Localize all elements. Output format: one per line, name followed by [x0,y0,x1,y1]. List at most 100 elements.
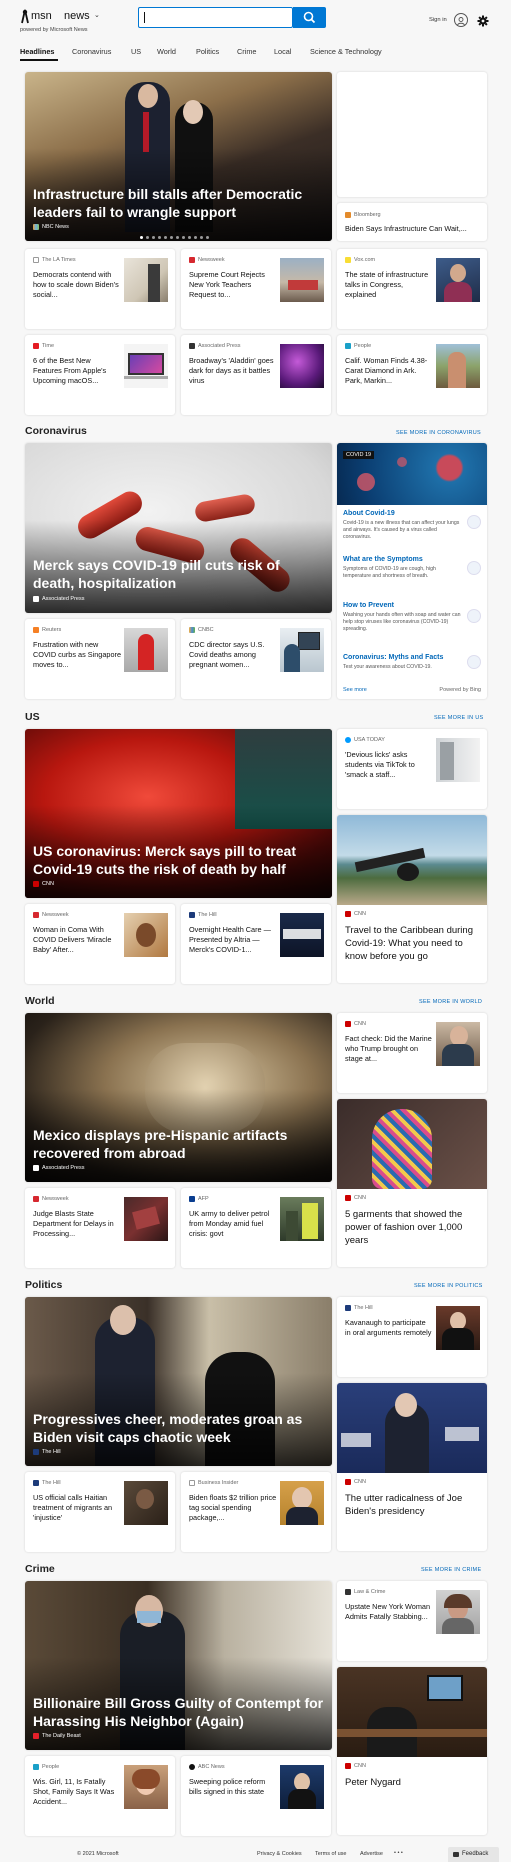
news-card[interactable]: Time 6 of the Best New Features From App… [25,335,175,415]
card-title[interactable]: UK army to deliver petrol from Monday am… [189,1209,277,1239]
search-button[interactable] [293,7,326,28]
advertise-link[interactable]: Advertise [360,1851,383,1857]
card-title[interactable]: Judge Blasts State Department for Delays… [33,1209,121,1239]
news-card[interactable]: The Hill Overnight Health Care — Present… [181,904,331,984]
card-title[interactable]: Travel to the Caribbean during Covid-19:… [345,924,479,963]
hero-title[interactable]: Infrastructure bill stalls after Democra… [33,185,324,221]
feedback-button[interactable]: Feedback [448,1847,499,1862]
world-hero-card[interactable]: Mexico displays pre-Hispanic artifacts r… [25,1013,332,1182]
tab-headlines[interactable]: Headlines [20,47,54,56]
card-title[interactable]: CDC director says U.S. Covid deaths amon… [189,640,277,670]
covid-see-more-link[interactable]: See more [343,687,367,693]
news-card[interactable]: Reuters Frustration with new COVID curbs… [25,619,175,699]
see-more-coronavirus-link[interactable]: SEE MORE IN CORONAVIRUS [396,430,481,436]
card-title[interactable]: Sweeping police reform bills signed in t… [189,1777,277,1797]
news-card[interactable]: Newsweek Judge Blasts State Department f… [25,1188,175,1268]
section-title-crime[interactable]: Crime [25,1563,55,1575]
card-title[interactable]: Biden floats $2 trillion price tag socia… [189,1493,277,1523]
card-title[interactable]: The utter radicalness of Joe Biden's pre… [345,1492,479,1518]
card-title[interactable]: Broadway's 'Aladdin' goes dark for days … [189,356,277,386]
side-card[interactable]: CNN Fact check: Did the Marine who Trump… [337,1013,487,1093]
news-card[interactable]: Vox.com The state of infrastructure talk… [337,249,487,329]
card-title[interactable]: Biden Says Infrastructure Can Wait,... [345,224,481,234]
card-title[interactable]: Woman in Coma With COVID Delivers 'Mirac… [33,925,121,955]
side-feature-card[interactable]: CNN Travel to the Caribbean during Covid… [337,815,487,983]
hero-title[interactable]: Merck says COVID-19 pill cuts risk of de… [33,556,324,592]
card-title[interactable]: Democrats contend with how to scale down… [33,270,121,300]
side-feature-card[interactable]: CNN 5 garments that showed the power of … [337,1099,487,1267]
coronavirus-hero-card[interactable]: Merck says COVID-19 pill cuts risk of de… [25,443,332,613]
avatar-icon[interactable] [454,13,468,27]
card-title[interactable]: 5 garments that showed the power of fash… [345,1208,479,1247]
sign-in-link[interactable]: Sign in [429,17,447,23]
news-card[interactable]: People Wis. Girl, 11, Is Fatally Shot, F… [25,1756,175,1836]
card-title[interactable]: Peter Nygard [345,1776,479,1789]
brand-msn[interactable]: msn [31,10,52,22]
tab-us[interactable]: US [131,47,141,56]
news-card[interactable]: AFP UK army to deliver petrol from Monda… [181,1188,331,1268]
covid-info-item[interactable]: What are the Symptoms Symptoms of COVID-1… [343,555,461,580]
tab-crime[interactable]: Crime [237,47,256,56]
privacy-link[interactable]: Privacy & Cookies [257,1851,302,1857]
news-card[interactable]: The Hill US official calls Haitian treat… [25,1472,175,1552]
news-card[interactable]: The LA Times Democrats contend with how … [25,249,175,329]
search-bar[interactable] [138,7,293,28]
side-card[interactable]: Law & Crime Upstate New York Woman Admit… [337,1581,487,1661]
card-title[interactable]: Upstate New York Woman Admits Fatally St… [345,1602,433,1622]
news-card[interactable]: CNBC CDC director says U.S. Covid deaths… [181,619,331,699]
msn-logo-icon[interactable] [20,8,30,24]
section-title-coronavirus[interactable]: Coronavirus [25,425,87,437]
tab-world[interactable]: World [157,47,176,56]
see-more-crime-link[interactable]: SEE MORE IN CRIME [421,1567,481,1573]
brand-news[interactable]: news [64,10,90,22]
tab-politics[interactable]: Politics [196,47,219,56]
section-title-world[interactable]: World [25,995,55,1007]
news-card[interactable]: ABC News Sweeping police reform bills si… [181,1756,331,1836]
gear-icon[interactable] [477,14,489,27]
side-card[interactable]: USA TODAY 'Devious licks' asks students … [337,729,487,809]
politics-hero-card[interactable]: Progressives cheer, moderates groan as B… [25,1297,332,1466]
hero-title[interactable]: Mexico displays pre-Hispanic artifacts r… [33,1126,324,1162]
side-card[interactable]: The Hill Kavanaugh to participate in ora… [337,1297,487,1377]
card-title[interactable]: The state of infrastructure talks in Con… [345,270,433,300]
card-title[interactable]: US official calls Haitian treatment of m… [33,1493,121,1523]
news-card[interactable]: Newsweek Woman in Coma With COVID Delive… [25,904,175,984]
news-card[interactable]: Associated Press Broadway's 'Aladdin' go… [181,335,331,415]
tab-coronavirus[interactable]: Coronavirus [72,47,111,56]
carousel-dots[interactable] [140,236,209,239]
tab-science-technology[interactable]: Science & Technology [310,47,382,56]
hero-title[interactable]: US coronavirus: Merck says pill to treat… [33,842,324,878]
chevron-down-icon[interactable]: ⌄ [94,11,100,19]
card-title[interactable]: Fact check: Did the Marine who Trump bro… [345,1034,433,1064]
card-title[interactable]: Wis. Girl, 11, Is Fatally Shot, Family S… [33,1777,121,1807]
section-title-politics[interactable]: Politics [25,1279,62,1291]
covid-info-item[interactable]: About Covid-19 Covid-19 is a new illness … [343,509,461,541]
card-title[interactable]: Calif. Woman Finds 4.38-Carat Diamond in… [345,356,433,386]
card-title[interactable]: Frustration with new COVID curbs as Sing… [33,640,121,670]
section-title-us[interactable]: US [25,711,40,723]
news-card[interactable]: Newsweek Supreme Court Rejects New York … [181,249,331,329]
side-feature-card[interactable]: CNN Peter Nygard [337,1667,487,1835]
see-more-us-link[interactable]: SEE MORE IN US [434,715,483,721]
card-title[interactable]: Kavanaugh to participate in oral argumen… [345,1318,433,1338]
hero-title[interactable]: Progressives cheer, moderates groan as B… [33,1410,324,1446]
card-title[interactable]: 6 of the Best New Features From Apple's … [33,356,121,386]
crime-hero-card[interactable]: Billionaire Bill Gross Guilty of Contemp… [25,1581,332,1750]
us-hero-card[interactable]: US coronavirus: Merck says pill to treat… [25,729,332,898]
card-title[interactable]: 'Devious licks' asks students via TikTok… [345,750,433,780]
covid-info-item[interactable]: How to Prevent Washing your hands often w… [343,601,461,633]
news-card[interactable]: People Calif. Woman Finds 4.38-Carat Dia… [337,335,487,415]
more-options-icon[interactable]: • • • [394,1850,403,1856]
see-more-politics-link[interactable]: SEE MORE IN POLITICS [414,1283,483,1289]
side-feature-card[interactable]: CNN The utter radicalness of Joe Biden's… [337,1383,487,1551]
card-title[interactable]: Supreme Court Rejects New York Teachers … [189,270,277,300]
covid-info-item[interactable]: Coronavirus: Myths and Facts Test your aw… [343,653,461,671]
search-input[interactable] [147,10,257,25]
see-more-world-link[interactable]: SEE MORE IN WORLD [419,999,482,1005]
news-card[interactable]: Business Insider Biden floats $2 trillio… [181,1472,331,1552]
hero-title[interactable]: Billionaire Bill Gross Guilty of Contemp… [33,1694,324,1730]
tab-local[interactable]: Local [274,47,291,56]
terms-link[interactable]: Terms of use [315,1851,346,1857]
card-title[interactable]: Overnight Health Care — Presented by Alt… [189,925,277,955]
side-card-bloomberg[interactable]: Bloomberg Biden Says Infrastructure Can … [337,203,487,241]
